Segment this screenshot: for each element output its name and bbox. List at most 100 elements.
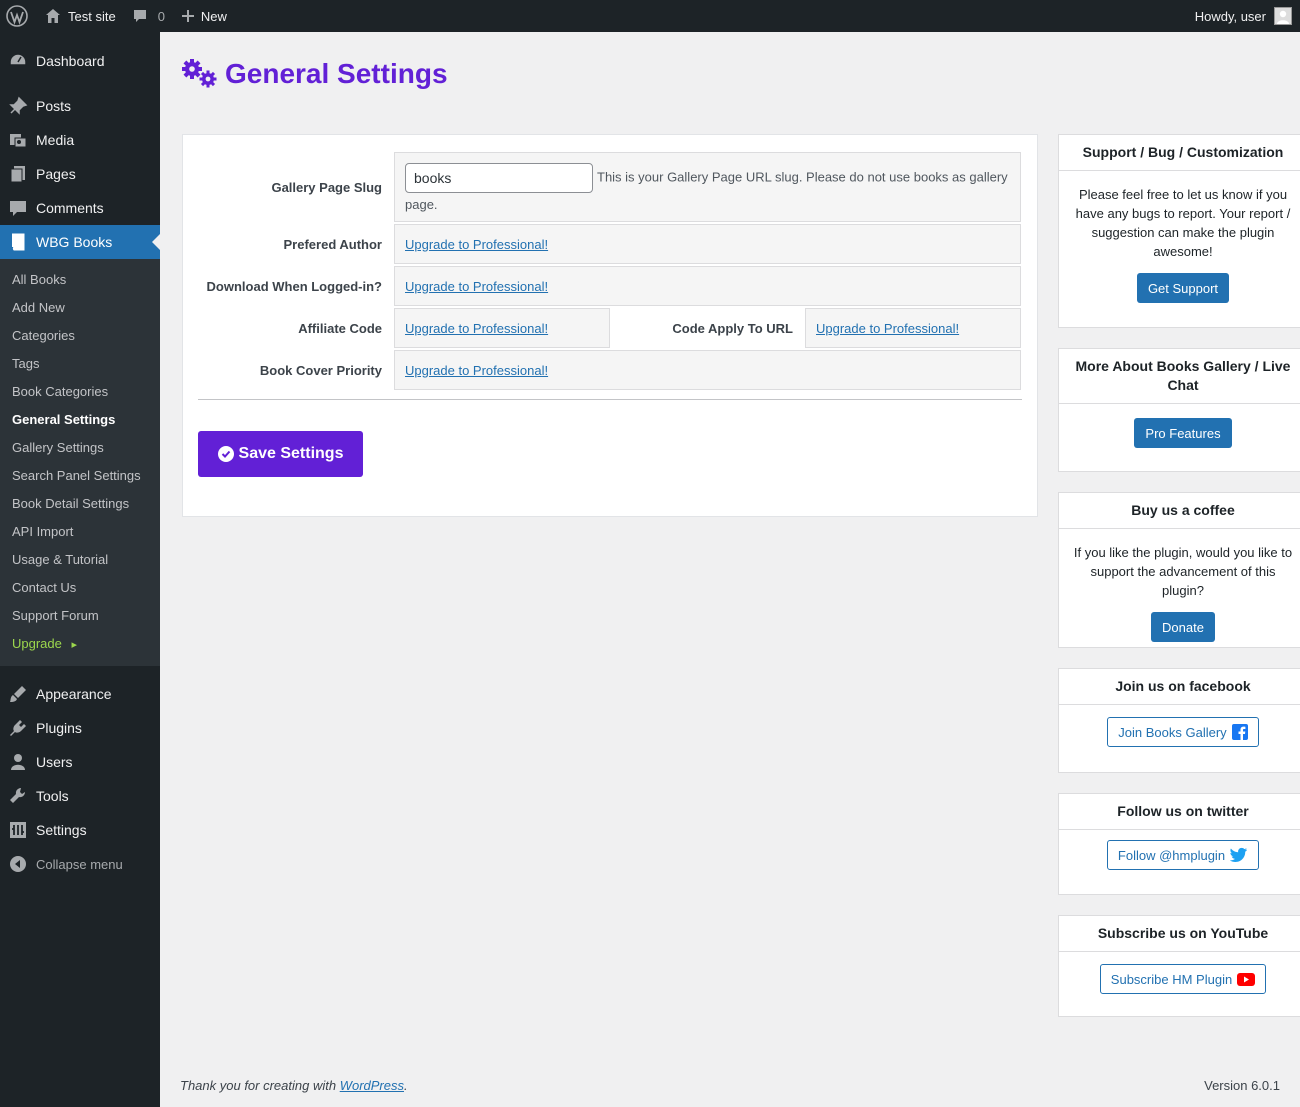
facebook-box-title: Join us on facebook: [1059, 669, 1300, 705]
join-facebook-label: Join Books Gallery: [1118, 724, 1227, 740]
submenu-book-categories[interactable]: Book Categories: [0, 378, 160, 406]
submenu-gallery-settings[interactable]: Gallery Settings: [0, 434, 160, 462]
code-apply-url-label: Code Apply To URL: [672, 320, 793, 336]
support-box-body: Please feel free to let us know if you h…: [1059, 171, 1300, 303]
site-name-menu[interactable]: Test site: [36, 0, 124, 32]
my-account-menu[interactable]: Howdy, user: [1195, 7, 1300, 25]
new-label: New: [200, 8, 227, 24]
user-avatar-icon: [1277, 10, 1289, 24]
menu-label: Pages: [36, 166, 76, 182]
menu-comments[interactable]: Comments: [0, 191, 160, 225]
menu-label: Posts: [36, 98, 72, 114]
menu-label: Comments: [36, 200, 104, 216]
submenu-support-forum[interactable]: Support Forum: [0, 602, 160, 630]
footer-thanks-suffix: .: [404, 1078, 408, 1093]
code-apply-url-field: Upgrade to Professional!: [805, 308, 1021, 348]
row-download-logged-in: Download When Logged-in? Upgrade to Prof…: [198, 266, 1021, 306]
submenu-general-settings[interactable]: General Settings: [0, 406, 160, 434]
wp-logo-menu[interactable]: [0, 0, 36, 32]
new-content-menu[interactable]: New: [173, 0, 235, 32]
submenu-add-new[interactable]: Add New: [0, 294, 160, 322]
menu-pages[interactable]: Pages: [0, 157, 160, 191]
buy-coffee-box-text: If you like the plugin, would you like t…: [1073, 545, 1293, 598]
twitter-box: Follow us on twitter Follow @hmplugin: [1058, 793, 1300, 895]
download-logged-in-label: Download When Logged-in?: [206, 278, 382, 294]
book-cover-priority-field: Upgrade to Professional!: [394, 350, 1021, 390]
upgrade-label: Upgrade: [12, 636, 62, 651]
collapse-label: Collapse menu: [36, 856, 123, 872]
youtube-box: Subscribe us on YouTube Subscribe HM Plu…: [1058, 915, 1300, 1017]
submenu-usage-tutorial[interactable]: Usage & Tutorial: [0, 546, 160, 574]
donate-button[interactable]: Donate: [1151, 612, 1215, 642]
save-settings-button[interactable]: Save Settings: [198, 431, 363, 477]
download-logged-in-field: Upgrade to Professional!: [394, 266, 1021, 306]
pro-features-button[interactable]: Pro Features: [1134, 418, 1232, 448]
buy-coffee-box-title: Buy us a coffee: [1059, 493, 1300, 529]
submenu-contact-us[interactable]: Contact Us: [0, 574, 160, 602]
upgrade-arrow-icon: ▸: [71, 639, 78, 651]
row-prefered-author: Prefered Author Upgrade to Professional!: [198, 224, 1021, 264]
upgrade-link-cover[interactable]: Upgrade to Professional!: [405, 363, 548, 378]
menu-users[interactable]: Users: [0, 745, 160, 779]
submenu-all-books[interactable]: All Books: [0, 266, 160, 294]
comments-count: 0: [157, 8, 165, 24]
plus-icon: [181, 9, 195, 23]
row-book-cover-priority: Book Cover Priority Upgrade to Professio…: [198, 350, 1021, 390]
submenu-categories[interactable]: Categories: [0, 322, 160, 350]
join-facebook-button[interactable]: Join Books Gallery: [1107, 717, 1259, 747]
submenu-book-detail-settings[interactable]: Book Detail Settings: [0, 490, 160, 518]
upgrade-link-affiliate[interactable]: Upgrade to Professional!: [405, 321, 548, 336]
admin-bar: Test site 0 New Howdy, user: [0, 0, 1300, 32]
upgrade-link-download[interactable]: Upgrade to Professional!: [405, 279, 548, 294]
row-gallery-slug: Gallery Page Slug books This is your Gall…: [198, 152, 1021, 222]
wordpress-logo-icon: [6, 5, 28, 27]
wrench-icon: [8, 786, 28, 806]
row-affiliate-code: Affiliate Code Upgrade to Professional! …: [198, 308, 1021, 348]
wordpress-link[interactable]: WordPress: [340, 1078, 404, 1093]
submenu-search-panel-settings[interactable]: Search Panel Settings: [0, 462, 160, 490]
gallery-slug-input[interactable]: books: [405, 163, 593, 193]
user-icon: [8, 752, 28, 772]
follow-twitter-button[interactable]: Follow @hmplugin: [1106, 840, 1260, 870]
book-cover-priority-label: Book Cover Priority: [259, 362, 382, 378]
more-about-box: More About Books Gallery / Live Chat Pro…: [1058, 348, 1300, 472]
submenu-tags[interactable]: Tags: [0, 350, 160, 378]
buy-coffee-box-body: If you like the plugin, would you like t…: [1059, 529, 1300, 642]
menu-settings[interactable]: Settings: [0, 813, 160, 847]
howdy-text: Howdy, user: [1194, 8, 1266, 24]
youtube-icon: [1237, 972, 1256, 986]
comments-menu[interactable]: 0: [124, 0, 173, 32]
check-circle-icon: [217, 446, 234, 462]
pin-icon: [8, 96, 28, 116]
menu-posts[interactable]: Posts: [0, 89, 160, 123]
menu-media[interactable]: Media: [0, 123, 160, 157]
form-divider: [198, 399, 1022, 400]
avatar: [1274, 7, 1292, 25]
dashboard-icon: [8, 51, 28, 71]
menu-tools[interactable]: Tools: [0, 779, 160, 813]
menu-wbg-books[interactable]: WBG Books: [0, 225, 160, 259]
upgrade-link-author[interactable]: Upgrade to Professional!: [405, 237, 548, 252]
get-support-button[interactable]: Get Support: [1136, 273, 1230, 303]
more-about-box-title: More About Books Gallery / Live Chat: [1059, 349, 1300, 404]
youtube-box-body: Subscribe HM Plugin: [1059, 952, 1300, 994]
affiliate-code-label: Affiliate Code: [298, 320, 382, 336]
collapse-arrow-icon: [8, 854, 28, 874]
menu-dashboard[interactable]: Dashboard: [0, 44, 160, 78]
upgrade-link-code-apply[interactable]: Upgrade to Professional!: [816, 321, 959, 336]
menu-plugins[interactable]: Plugins: [0, 711, 160, 745]
menu-label: Appearance: [36, 686, 112, 702]
submenu-api-import[interactable]: API Import: [0, 518, 160, 546]
menu-appearance[interactable]: Appearance: [0, 677, 160, 711]
twitter-bird-icon: [1230, 847, 1248, 863]
prefered-author-field: Upgrade to Professional!: [394, 224, 1021, 264]
brush-icon: [8, 684, 28, 704]
facebook-box: Join us on facebook Join Books Gallery: [1058, 668, 1300, 773]
menu-label: Plugins: [36, 720, 82, 736]
subscribe-youtube-button[interactable]: Subscribe HM Plugin: [1099, 964, 1267, 994]
subscribe-youtube-label: Subscribe HM Plugin: [1110, 971, 1233, 987]
submenu-upgrade[interactable]: Upgrade ▸: [0, 630, 160, 658]
plugin-icon: [8, 718, 28, 738]
collapse-menu-button[interactable]: Collapse menu: [0, 847, 160, 881]
comment-icon: [8, 198, 28, 218]
